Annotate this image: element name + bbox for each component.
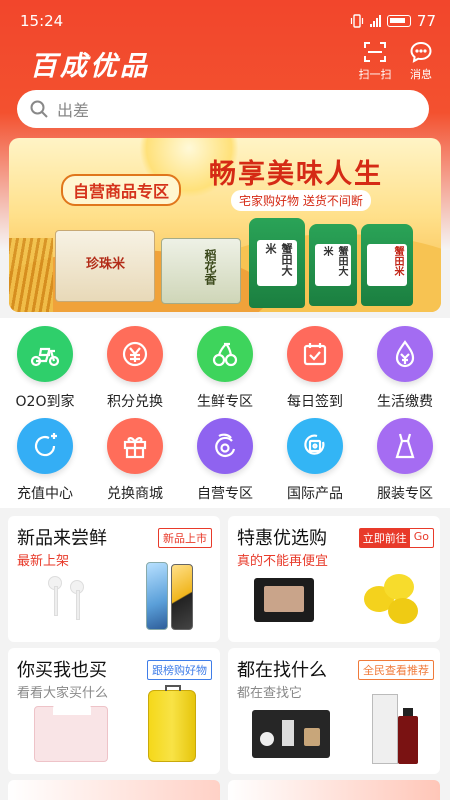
- go-button-label: 立即前往: [359, 529, 410, 547]
- category-daily-checkin[interactable]: 每日签到: [270, 324, 360, 416]
- category-self-operated[interactable]: 自营专区: [180, 416, 270, 508]
- card-title: 特惠优选购: [237, 528, 327, 549]
- card-subtitle: 最新上架: [17, 554, 70, 569]
- card-subtitle: 看看大家买什么: [17, 686, 109, 701]
- package-label: 蟹田大米: [257, 240, 297, 286]
- brand-icon: [197, 418, 253, 474]
- card-trending-searches[interactable]: 都在找什么 都在查找它 全民查看推荐: [228, 648, 440, 774]
- card-badge: 新品上市: [158, 528, 212, 548]
- package-label: 稻花香: [203, 249, 217, 285]
- rice-box-product: 稻花香: [161, 238, 241, 304]
- scooter-icon: [17, 326, 73, 382]
- message-button[interactable]: 消息: [401, 40, 441, 86]
- search-bar[interactable]: 出差: [17, 90, 429, 128]
- earbuds-image: [46, 572, 88, 628]
- globe-icon: [287, 418, 343, 474]
- yen-drop-icon: [377, 326, 433, 382]
- phone-gold-image: [171, 564, 193, 630]
- lemons-image: [360, 568, 422, 628]
- category-life-payment[interactable]: 生活缴费: [360, 324, 450, 416]
- category-grid: O2O到家 积分兑换 生鲜专区 每日签到 生活缴费 充值中心 兑换商城 自营专区…: [0, 318, 450, 508]
- banner-headline: 畅享美味人生: [209, 159, 383, 190]
- status-icons: 77: [350, 12, 436, 30]
- status-bar: 15:24 77: [0, 0, 450, 40]
- cherry-icon: [197, 326, 253, 382]
- suitcase-image: [148, 685, 196, 762]
- perfume-bottle-image: [398, 708, 418, 764]
- category-label: 服装专区: [377, 486, 433, 502]
- scan-button[interactable]: 扫一扫: [355, 40, 395, 86]
- category-label: 充值中心: [17, 486, 73, 502]
- rice-bag-product: 蟹田米: [361, 224, 413, 306]
- gift-icon: [107, 418, 163, 474]
- coin-icon: [107, 326, 163, 382]
- package-label: 珍珠米: [86, 257, 126, 272]
- dress-icon: [377, 418, 433, 474]
- rice-box-product: 珍珠米: [55, 230, 155, 302]
- chat-bubble-icon: [410, 41, 432, 63]
- category-fresh[interactable]: 生鲜专区: [180, 324, 270, 416]
- package-label: 蟹田大米: [315, 244, 351, 286]
- card-new-arrivals[interactable]: 新品来尝鲜 最新上架 新品上市: [8, 516, 220, 642]
- next-card-partial: [8, 780, 220, 800]
- app-logo: 百成优品: [30, 51, 150, 82]
- banner-pill: 自营商品专区: [61, 174, 182, 206]
- category-label: 生鲜专区: [197, 394, 253, 410]
- calendar-icon: [287, 326, 343, 382]
- message-label: 消息: [410, 68, 432, 81]
- category-exchange-mall[interactable]: 兑换商城: [90, 416, 180, 508]
- category-label: 每日签到: [287, 394, 343, 410]
- card-popular-buys[interactable]: 你买我也买 看看大家买什么 跟榜购好物: [8, 648, 220, 774]
- rice-bag-product: 蟹田大米: [309, 224, 357, 306]
- category-label: 生活缴费: [377, 394, 433, 410]
- card-title: 都在找什么: [237, 660, 327, 681]
- category-label: 国际产品: [287, 486, 343, 502]
- vibrate-icon: [350, 14, 364, 28]
- scan-icon: [364, 42, 386, 62]
- card-badge: 跟榜购好物: [147, 660, 212, 680]
- search-icon: [30, 100, 48, 118]
- tea-set-image: [252, 710, 330, 758]
- cosmetic-compact-image: [254, 578, 314, 622]
- tissue-box-image: [34, 701, 108, 762]
- card-subtitle: 真的不能再便宜: [237, 554, 329, 569]
- recharge-icon: [17, 418, 73, 474]
- next-card-partial: [228, 780, 440, 800]
- scan-label: 扫一扫: [358, 68, 392, 81]
- package-label: 蟹田米: [367, 244, 407, 286]
- category-label: 自营专区: [197, 486, 253, 502]
- banner-subtitle: 宅家购好物 送货不间断: [231, 190, 371, 211]
- category-o2o[interactable]: O2O到家: [0, 324, 90, 416]
- status-time: 15:24: [20, 12, 64, 30]
- category-recharge[interactable]: 充值中心: [0, 416, 90, 508]
- signal-icon: [369, 15, 381, 27]
- battery-level: 77: [416, 12, 436, 30]
- category-label: 积分兑换: [107, 394, 163, 410]
- card-subtitle: 都在查找它: [237, 686, 303, 701]
- rice-bag-product: 蟹田大米: [249, 218, 305, 308]
- promo-banner[interactable]: 自营商品专区 畅享美味人生 宅家购好物 送货不间断 珍珠米 稻花香 蟹田大米 蟹…: [9, 138, 441, 312]
- perfume-box-image: [372, 694, 398, 764]
- category-international[interactable]: 国际产品: [270, 416, 360, 508]
- card-badge: 全民查看推荐: [358, 660, 434, 680]
- wheat-decoration: [9, 238, 53, 312]
- battery-icon: [386, 15, 411, 27]
- category-label: 兑换商城: [107, 486, 163, 502]
- card-title: 你买我也买: [17, 660, 107, 681]
- card-title: 新品来尝鲜: [17, 528, 107, 549]
- card-special-deals[interactable]: 特惠优选购 真的不能再便宜 立即前往 Go: [228, 516, 440, 642]
- go-button-arrow: Go: [413, 530, 429, 543]
- phone-blue-image: [146, 562, 168, 630]
- search-input[interactable]: 出差: [57, 97, 89, 121]
- go-button[interactable]: 立即前往 Go: [358, 528, 434, 548]
- category-clothing[interactable]: 服装专区: [360, 416, 450, 508]
- category-label: O2O到家: [15, 394, 75, 410]
- category-points-exchange[interactable]: 积分兑换: [90, 324, 180, 416]
